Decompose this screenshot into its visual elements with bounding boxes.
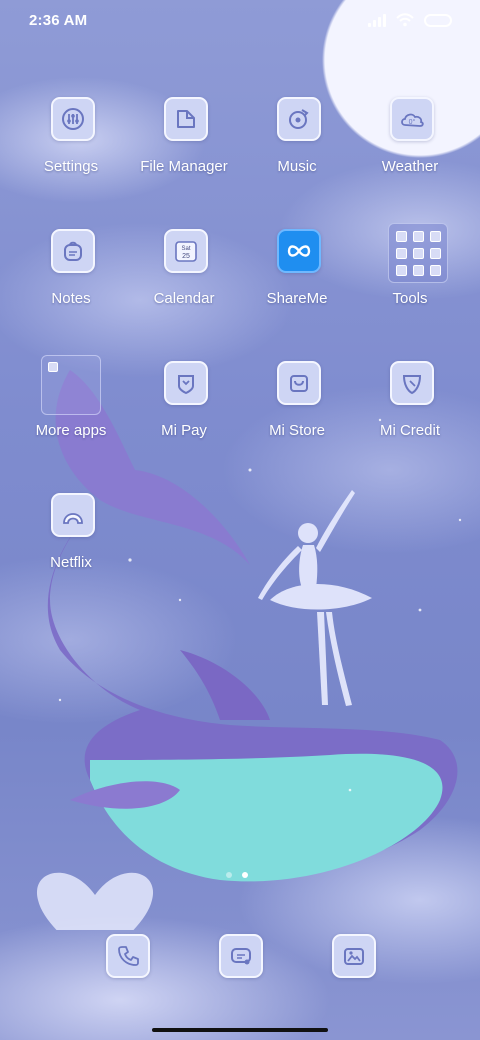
messages-icon (231, 948, 251, 965)
phone-icon (118, 946, 139, 966)
battery-icon (424, 13, 452, 27)
gallery-icon (344, 948, 364, 965)
svg-text:25: 25 (182, 253, 190, 260)
whale-illustration (36, 370, 462, 930)
shareme-icon (277, 229, 321, 273)
mi-pay-icon (164, 361, 208, 405)
music-icon (277, 97, 321, 141)
more-apps-folder-icon (41, 355, 101, 415)
mi-credit-icon (390, 361, 434, 405)
notes-icon (51, 229, 95, 273)
tools-folder-icon (388, 223, 448, 283)
status-time: 2:36 AM (29, 12, 88, 29)
gallery-app[interactable] (332, 934, 376, 978)
app-label: Netflix (50, 554, 92, 571)
app-label: More apps (35, 422, 107, 439)
page-dot (226, 872, 232, 878)
page-indicator[interactable] (226, 872, 248, 878)
svg-text:Sat: Sat (181, 246, 190, 252)
messages-app[interactable] (219, 934, 263, 978)
mi-store-icon (277, 361, 321, 405)
status-bar: 2:36 AM (0, 0, 480, 44)
file-manager-icon (164, 97, 208, 141)
home-indicator[interactable] (152, 1028, 328, 1032)
phone-app[interactable] (106, 934, 150, 978)
app-label: Mi Pay (161, 422, 207, 439)
app-label: File Manager (140, 158, 228, 175)
app-label: ShareMe (266, 290, 328, 307)
app-label: Weather (381, 158, 439, 175)
dock (0, 932, 480, 978)
netflix-icon (51, 493, 95, 537)
app-label: Notes (51, 290, 91, 307)
app-label: Calendar (153, 290, 215, 307)
app-label: Settings (43, 158, 99, 175)
signal-icon (368, 13, 386, 27)
svg-text:0°: 0° (409, 118, 416, 126)
weather-icon: 0° (390, 97, 434, 141)
app-label: Tools (392, 290, 428, 307)
settings-icon (51, 97, 95, 141)
page-dot-active (242, 872, 248, 878)
app-label: Mi Credit (379, 422, 440, 439)
app-label: Mi Store (269, 422, 325, 439)
wifi-icon (396, 13, 414, 27)
calendar-icon: Sat 25 (164, 229, 208, 273)
status-icons (368, 13, 452, 27)
app-label: Music (277, 158, 317, 175)
